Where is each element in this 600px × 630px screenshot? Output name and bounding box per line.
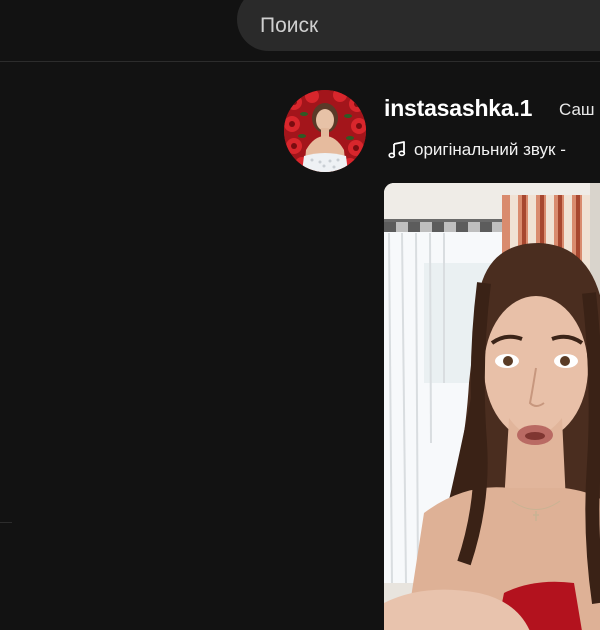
- post-username[interactable]: instasashka.1: [384, 95, 532, 122]
- search-box[interactable]: [237, 0, 600, 51]
- post-display-name: Саш: [559, 100, 595, 119]
- sidebar-divider: [0, 522, 12, 523]
- video-player[interactable]: [384, 183, 600, 630]
- profile-avatar[interactable]: [284, 90, 366, 172]
- page: instasashka.1 Саш оригінальний звук -: [0, 0, 600, 630]
- sound-label: оригінальний звук -: [414, 140, 566, 159]
- sound-link[interactable]: оригінальний звук -: [387, 140, 566, 160]
- music-note-icon: [388, 141, 406, 159]
- video-frame: [384, 183, 600, 630]
- header-divider: [0, 61, 600, 62]
- search-input[interactable]: [260, 8, 580, 43]
- top-bar: [0, 0, 600, 60]
